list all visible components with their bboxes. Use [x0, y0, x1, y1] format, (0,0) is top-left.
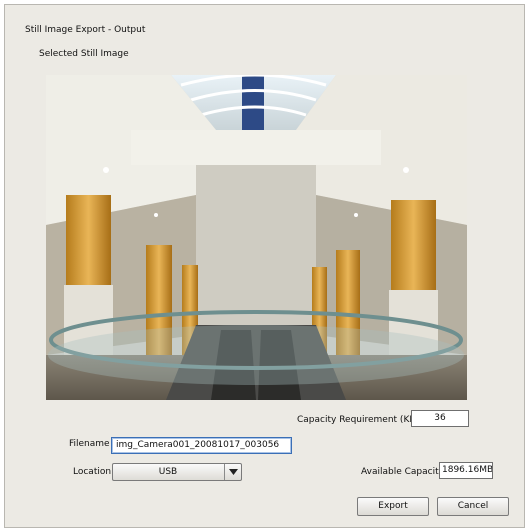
location-selected-value: USB	[158, 467, 178, 477]
still-image-export-dialog: Still Image Export - Output Selected Sti…	[4, 4, 525, 528]
capacity-requirement-field: 36	[411, 410, 469, 427]
capacity-requirement-label: Capacity Requirement (KB):	[297, 415, 423, 425]
still-image-preview	[46, 75, 467, 400]
available-capacity-field: 1896.16MB	[439, 462, 493, 479]
location-label: Location	[73, 467, 112, 477]
filename-label: Filename	[69, 439, 110, 449]
filename-input[interactable]: img_Camera001_20081017_003056	[111, 437, 292, 454]
export-button[interactable]: Export	[357, 497, 429, 516]
section-title: Selected Still Image	[39, 49, 129, 59]
chevron-down-icon[interactable]	[224, 464, 241, 480]
mall-atrium-photo	[46, 75, 467, 400]
dialog-title: Still Image Export - Output	[25, 25, 146, 35]
location-select[interactable]: USB	[112, 463, 242, 481]
available-capacity-label: Available Capacity(	[361, 467, 448, 477]
cancel-button[interactable]: Cancel	[437, 497, 509, 516]
